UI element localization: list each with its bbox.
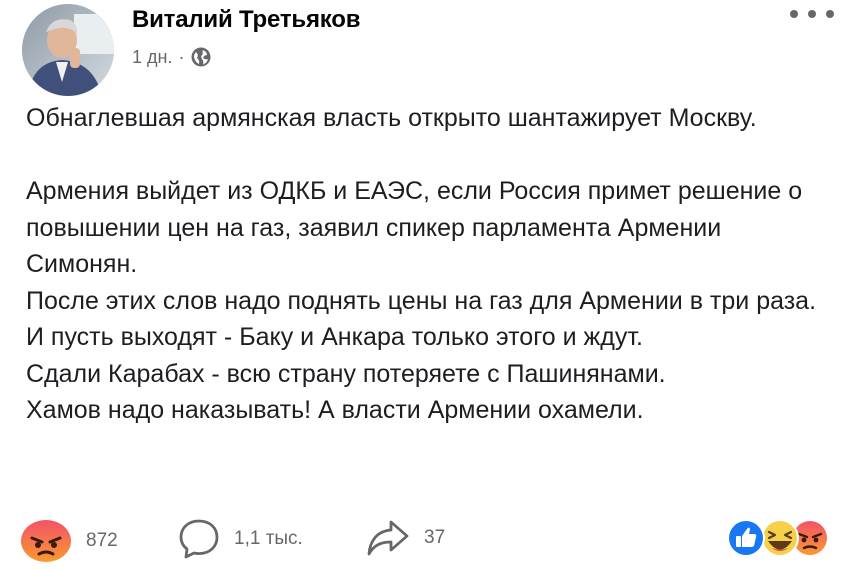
post-body: Обнаглевшая армянская власть открыто шан… [26,100,826,429]
post-paragraph: Обнаглевшая армянская власть открыто шан… [26,104,757,132]
angry-reaction-icon [21,520,71,562]
more-options-icon[interactable] [790,4,834,24]
reactions-summary[interactable] [724,518,834,558]
action-bar: 872 1,1 тыс. 37 [0,510,856,566]
post-paragraph: Хамов надо наказывать! А власти Армении … [26,396,644,424]
haha-icon [761,519,799,557]
share-icon [367,520,409,556]
more-dot [790,10,798,18]
post-paragraph: Сдали Карабах - всю страну потеряете с П… [26,359,666,388]
post-paragraph: Армения выйдет из ОДКБ и ЕАЭС, если Росс… [26,177,803,278]
author-name[interactable]: Виталий Третьяков [132,6,360,34]
comment-count: 1,1 тыс. [234,528,303,549]
comment-button[interactable]: 1,1 тыс. [178,518,303,560]
avatar-photo [22,4,114,96]
more-dot [808,10,816,18]
reaction-count: 872 [86,530,118,551]
react-button[interactable]: 872 [20,518,118,564]
meta-separator: · [178,46,185,67]
post-meta: 1 дн. · [132,46,212,68]
share-count: 37 [424,527,446,548]
comment-icon [179,519,219,559]
more-dot [826,10,834,18]
post-time[interactable]: 1 дн. [132,47,172,68]
post-paragraph: После этих слов надо поднять цены на газ… [26,286,817,352]
author-avatar[interactable] [22,4,114,96]
globe-icon [190,46,212,68]
like-icon [727,519,765,557]
share-button[interactable]: 37 [366,518,445,558]
